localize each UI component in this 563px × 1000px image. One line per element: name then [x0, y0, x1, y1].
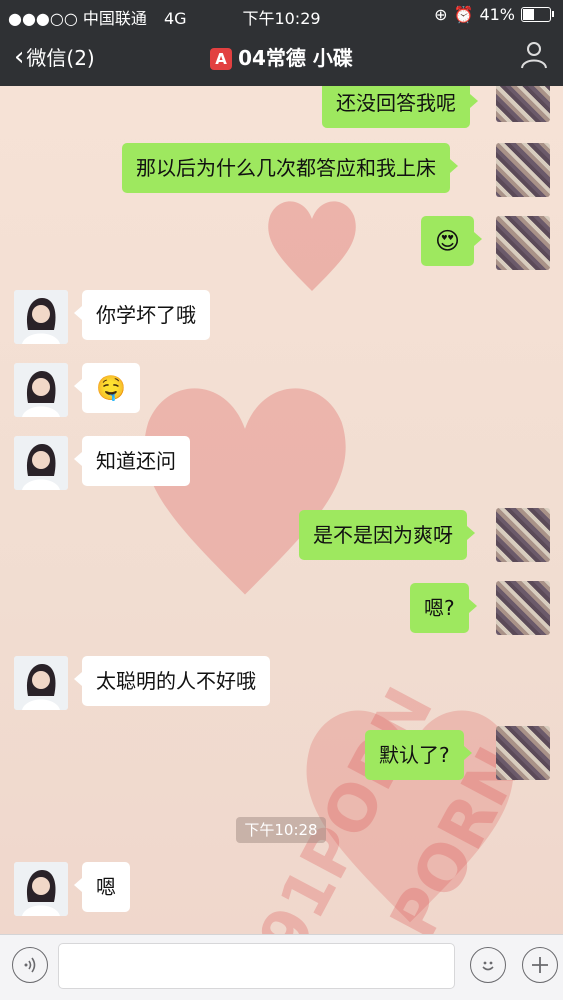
peer-avatar[interactable] — [14, 363, 68, 417]
chat-background: 91PORN 91PORN — [0, 86, 563, 1000]
voice-button[interactable] — [12, 947, 48, 983]
peer-avatar[interactable] — [14, 656, 68, 710]
top-bar: ●●●○○ 中国联通 4G 下午10:29 ⊕ ⏰ 41% ‹ 微信(2) A0… — [0, 0, 563, 86]
heart-decoration-large — [144, 388, 346, 595]
message-bubble-sent[interactable]: 嗯? — [410, 583, 477, 633]
heart-decoration-small — [268, 201, 356, 291]
nav-bar: ‹ 微信(2) A 04常德 小碟 — [0, 28, 563, 86]
message-timestamp: 下午10:28 — [236, 817, 326, 843]
title-badge: A — [210, 48, 233, 70]
peer-avatar[interactable] — [14, 290, 68, 344]
battery-icon — [521, 7, 554, 22]
battery-percent: 41% — [479, 5, 515, 24]
status-bar: ●●●○○ 中国联通 4G 下午10:29 ⊕ ⏰ 41% — [0, 0, 563, 28]
message-bubble-received[interactable]: 你学坏了哦 — [74, 290, 210, 340]
self-avatar[interactable] — [496, 143, 550, 197]
message-bubble-sent[interactable]: 是不是因为爽呀 — [299, 510, 475, 560]
lock-rotation-icon: ⊕ — [434, 5, 448, 24]
alarm-icon: ⏰ — [453, 5, 474, 24]
message-input[interactable] — [58, 943, 455, 989]
voice-icon — [24, 957, 36, 973]
plus-button[interactable] — [522, 947, 558, 983]
peer-avatar[interactable] — [14, 436, 68, 490]
emoji-button[interactable] — [470, 947, 506, 983]
input-bar — [0, 934, 563, 1000]
message-bubble-sent[interactable]: 那以后为什么几次都答应和我上床 — [122, 143, 458, 193]
message-bubble-received[interactable]: 嗯 — [74, 862, 130, 912]
status-right: ⊕ ⏰ 41% — [434, 5, 554, 24]
plus-icon — [532, 957, 548, 973]
peer-avatar[interactable] — [14, 862, 68, 916]
self-avatar[interactable] — [496, 216, 550, 270]
message-bubble-received[interactable]: 知道还问 — [74, 436, 190, 486]
heart-decoration-bottom — [306, 710, 514, 923]
self-avatar[interactable] — [496, 581, 550, 635]
message-bubble-sent-emoji[interactable]: 😍 — [421, 216, 483, 266]
message-bubble-received[interactable]: 太聪明的人不好哦 — [74, 656, 270, 706]
chat-screen: 91PORN 91PORN ●●●○○ 中国联通 4G 下午10:29 ⊕ ⏰ … — [0, 0, 563, 1000]
message-bubble-received-emoji[interactable]: 🤤 — [74, 363, 140, 413]
chat-title: A 04常德 小碟 — [0, 42, 563, 71]
message-bubble-sent[interactable]: 默认了? — [365, 730, 472, 780]
chat-title-text: 04常德 小碟 — [238, 46, 353, 70]
emoji-icon — [482, 961, 494, 971]
profile-icon[interactable] — [519, 40, 549, 70]
self-avatar[interactable] — [496, 508, 550, 562]
self-avatar[interactable] — [496, 726, 550, 780]
